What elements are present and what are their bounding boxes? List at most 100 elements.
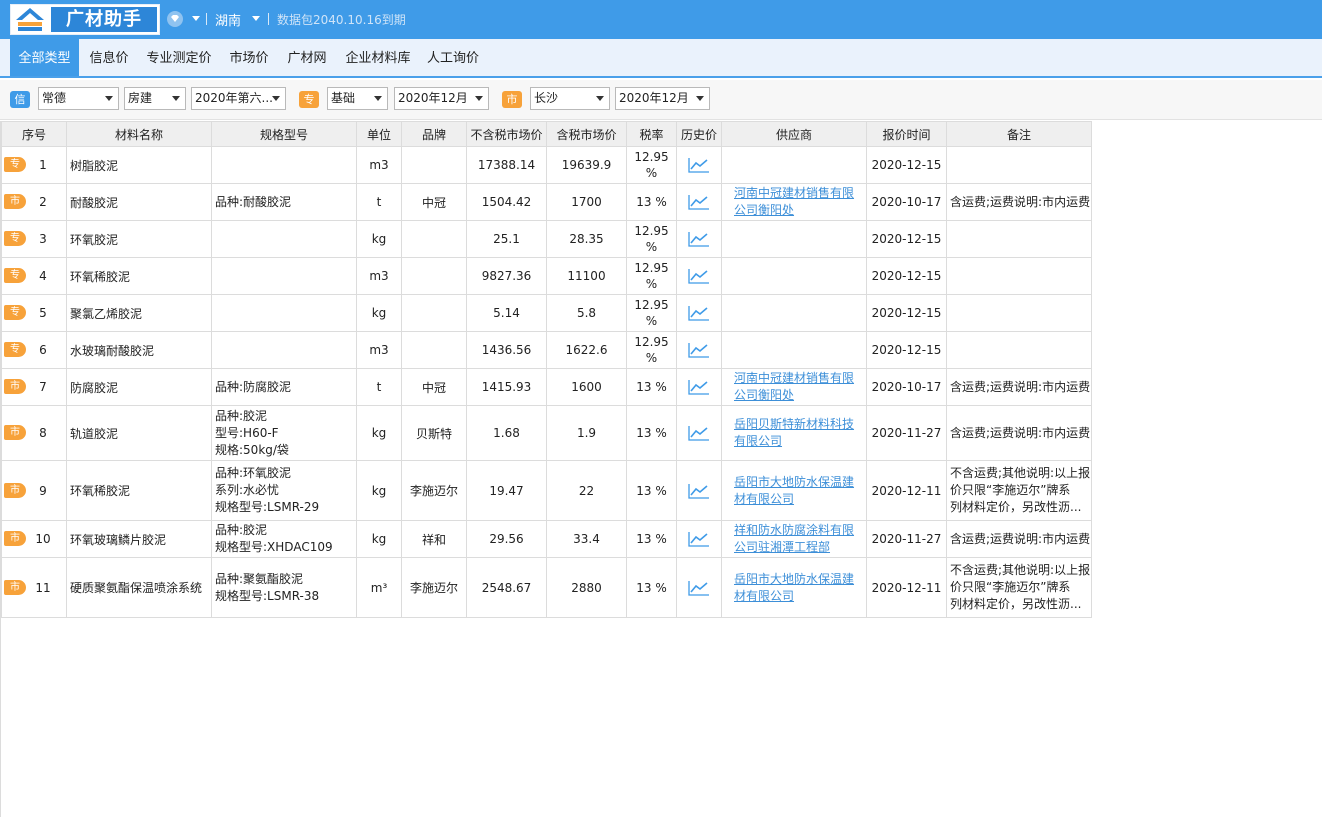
tab-enterprise-lib[interactable]: 企业材料库 — [339, 39, 417, 76]
remark-line: 含运费;运费说明:市内运费 — [950, 379, 1091, 394]
table-row[interactable]: 专 5 聚氯乙烯胶泥 kg 5.14 5.8 12.95% 2020-12-15 — [1, 294, 1092, 332]
col-header-price-ex[interactable]: 不含税市场价 — [466, 121, 547, 147]
source-type-badge: 专 — [4, 231, 26, 246]
table-row[interactable]: 专 4 环氧稀胶泥 m3 9827.36 11100 12.95% 2020-12-15 — [1, 257, 1092, 295]
remark-line: 不含运费;其他说明:以上报 — [950, 466, 1091, 480]
line-chart-icon[interactable] — [688, 231, 710, 247]
line-chart-icon[interactable] — [688, 580, 710, 596]
col-header-date[interactable]: 报价时间 — [866, 121, 947, 147]
market-city-value: 长沙 — [534, 91, 559, 105]
market-city-select[interactable]: 长沙 — [530, 87, 610, 110]
supplier-link[interactable]: 河南中冠建材销售有限 — [734, 371, 854, 385]
cell-history — [676, 368, 722, 406]
col-header-unit[interactable]: 单位 — [356, 121, 402, 147]
diamond-icon[interactable] — [166, 10, 184, 28]
supplier-link[interactable]: 岳阳贝斯特新材料科技 — [734, 417, 854, 431]
table-row[interactable]: 市 10 环氧玻璃鳞片胶泥 品种:胶泥 规格型号:XHDAC109 kg 祥和 29.56 33… — [1, 520, 1092, 558]
app-logo: 广材助手 — [10, 4, 160, 35]
line-chart-icon[interactable] — [688, 194, 710, 210]
table-row[interactable]: 市 11 硬质聚氨酯保温喷涂系统 品种:聚氨酯胶泥 规格型号:LSMR-38 m³ 李施迈尔… — [1, 557, 1092, 618]
source-type-badge: 专 — [4, 342, 26, 357]
cell-supplier: 祥和防水防腐涂料有限 公司驻湘潭工程部 — [721, 520, 867, 558]
line-chart-icon[interactable] — [688, 379, 710, 395]
source-type-badge: 市 — [4, 425, 26, 440]
cell-unit: m3 — [356, 257, 402, 295]
table-row[interactable]: 市 7 防腐胶泥 品种:防腐胶泥 t 中冠 1415.93 1600 13 % 河南中冠建材销售有… — [1, 368, 1092, 406]
cell-quote-date: 2020-12-15 — [866, 220, 947, 258]
cell-remark: 含运费;运费说明:市内运费 — [946, 405, 1092, 461]
col-header-remark[interactable]: 备注 — [946, 121, 1092, 147]
divider — [268, 13, 269, 25]
supplier-link[interactable]: 祥和防水防腐涂料有限 — [734, 523, 854, 537]
line-chart-icon[interactable] — [688, 531, 710, 547]
cell-history — [676, 405, 722, 461]
market-period-select[interactable]: 2020年12月 — [615, 87, 710, 110]
supplier-link[interactable]: 岳阳市大地防水保温建 — [734, 572, 854, 586]
tab-market-price[interactable]: 市场价 — [224, 39, 274, 76]
cell-spec — [211, 331, 357, 369]
col-header-brand[interactable]: 品牌 — [401, 121, 467, 147]
cell-price-ex-tax: 9827.36 — [466, 257, 547, 295]
tab-pro-price[interactable]: 专业测定价 — [140, 39, 218, 76]
chevron-down-icon[interactable] — [252, 16, 260, 21]
cell-brand: 中冠 — [401, 183, 467, 221]
info-category-select[interactable]: 房建 — [124, 87, 186, 110]
col-header-tax[interactable]: 税率 — [626, 121, 677, 147]
cell-seq: 市2 — [1, 183, 67, 221]
table-row[interactable]: 专 1 树脂胶泥 m3 17388.14 19639.9 12.95% 2020-12-15 — [1, 146, 1092, 184]
supplier-link[interactable]: 公司衡阳处 — [734, 388, 794, 402]
cell-price-ex-tax: 5.14 — [466, 294, 547, 332]
cell-remark — [946, 294, 1092, 332]
cell-price-in-tax: 1700 — [546, 183, 627, 221]
supplier-link[interactable]: 岳阳市大地防水保温建 — [734, 475, 854, 489]
col-header-price-in[interactable]: 含税市场价 — [546, 121, 627, 147]
info-period-select[interactable]: 2020年第六... — [191, 87, 286, 110]
table-row[interactable]: 市 8 轨道胶泥 品种:胶泥 型号:H60-F 规格:50kg/袋 kg 贝斯特 1.68 1.9… — [1, 405, 1092, 461]
tab-info-price[interactable]: 信息价 — [84, 39, 134, 76]
table-row[interactable]: 市 2 耐酸胶泥 品种:耐酸胶泥 t 中冠 1504.42 1700 13 % 河南中冠建材销售有… — [1, 183, 1092, 221]
cell-price-in-tax: 1622.6 — [546, 331, 627, 369]
chevron-down-icon — [696, 96, 704, 101]
cell-seq: 专5 — [1, 294, 67, 332]
col-header-supplier[interactable]: 供应商 — [721, 121, 867, 147]
supplier-link[interactable]: 有限公司 — [734, 434, 782, 448]
cell-supplier: 河南中冠建材销售有限 公司衡阳处 — [721, 183, 867, 221]
cell-seq: 市 10 — [1, 520, 67, 558]
cell-brand — [401, 257, 467, 295]
col-header-name[interactable]: 材料名称 — [66, 121, 212, 147]
col-header-spec[interactable]: 规格型号 — [211, 121, 357, 147]
chevron-down-icon[interactable] — [192, 16, 200, 21]
tab-manual-inquiry[interactable]: 人工询价 — [421, 39, 485, 76]
cell-unit: kg — [356, 220, 402, 258]
info-city-select[interactable]: 常德 — [38, 87, 119, 110]
cell-spec: 品种:聚氨酯胶泥 规格型号:LSMR-38 — [211, 557, 357, 618]
tab-gcw[interactable]: 广材网 — [281, 39, 333, 76]
col-header-history[interactable]: 历史价 — [676, 121, 722, 147]
table-row[interactable]: 市 9 环氧稀胶泥 品种:环氧胶泥 系列:水必忧 规格型号:LSMR-29 kg 李施迈尔 19… — [1, 460, 1092, 521]
pro-category-select[interactable]: 基础 — [327, 87, 388, 110]
cell-quote-date: 2020-12-15 — [866, 146, 947, 184]
source-type-badge: 专 — [4, 268, 26, 283]
supplier-link[interactable]: 公司衡阳处 — [734, 203, 794, 217]
line-chart-icon[interactable] — [688, 157, 710, 173]
tab-all-types[interactable]: 全部类型 — [10, 39, 79, 76]
line-chart-icon[interactable] — [688, 342, 710, 358]
cell-seq: 专6 — [1, 331, 67, 369]
line-chart-icon[interactable] — [688, 268, 710, 284]
table-row[interactable]: 专 3 环氧胶泥 kg 25.1 28.35 12.95% 2020-12-15 — [1, 220, 1092, 258]
supplier-link[interactable]: 公司驻湘潭工程部 — [734, 540, 830, 554]
pro-period-select[interactable]: 2020年12月 — [394, 87, 489, 110]
supplier-link[interactable]: 河南中冠建材销售有限 — [734, 186, 854, 200]
spec-line: 规格型号:LSMR-38 — [215, 588, 320, 603]
province-select[interactable]: 湖南 — [215, 10, 241, 29]
supplier-link[interactable]: 材有限公司 — [734, 589, 794, 603]
cell-price-in-tax: 19639.9 — [546, 146, 627, 184]
source-type-badge: 市 — [4, 379, 26, 394]
line-chart-icon[interactable] — [688, 483, 710, 499]
line-chart-icon[interactable] — [688, 305, 710, 321]
table-row[interactable]: 专 6 水玻璃耐酸胶泥 m3 1436.56 1622.6 12.95% 2020-12-15 — [1, 331, 1092, 369]
cell-remark: 含运费;运费说明:市内运费 — [946, 520, 1092, 558]
supplier-link[interactable]: 材有限公司 — [734, 492, 794, 506]
line-chart-icon[interactable] — [688, 425, 710, 441]
col-header-seq[interactable]: 序号 — [1, 121, 67, 147]
